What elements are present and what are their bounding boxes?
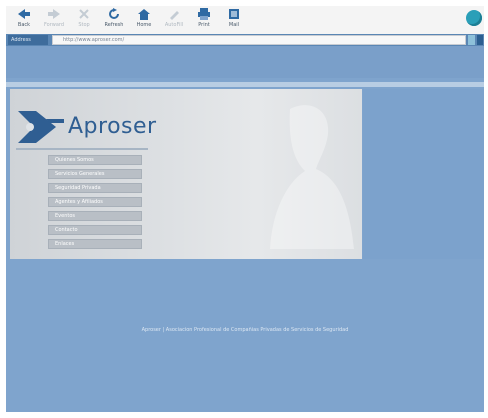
address-dropdown-icon[interactable] [477,35,483,45]
stop-button[interactable]: Stop [70,7,98,33]
refresh-label: Refresh [104,22,124,28]
brand-divider [16,148,148,150]
address-bar: Address http://www.aproser.com/ [6,34,484,46]
browser-window: Back Forward Stop Refresh Home AutoFill … [0,0,488,418]
intro-panel: Aproser Quienes Somos Servicios Generale… [10,89,362,259]
header-stripe [6,82,484,87]
mail-icon [229,9,239,19]
menu-item-contacto[interactable]: Contacto [48,225,142,235]
mail-button[interactable]: Mail [220,7,248,33]
menu-item-eventos[interactable]: Eventos [48,211,142,221]
forward-label: Forward [43,22,65,28]
print-label: Print [198,22,210,28]
autofill-label: AutoFill [164,22,184,28]
refresh-icon [109,8,119,19]
autofill-icon [170,11,179,20]
back-arrow-icon [18,9,30,19]
menu-item-agentes[interactable]: Agentes y Afiliados [48,197,142,207]
footer-text: Aproser | Asociacion Profesional de Comp… [141,327,349,333]
go-button[interactable] [468,35,475,45]
header-band [6,46,484,78]
refresh-button[interactable]: Refresh [100,7,128,33]
brand-logo[interactable]: Aproser [16,107,176,147]
aproser-arrow-icon [18,111,64,143]
print-icon [198,8,210,20]
home-button[interactable]: Home [130,7,158,33]
address-input[interactable]: http://www.aproser.com/ [52,35,466,45]
address-label: Address [8,35,48,45]
side-panel [363,89,484,259]
browser-logo-icon [466,10,482,26]
stop-label: Stop [78,22,90,28]
menu-item-seguridad-privada[interactable]: Seguridad Privada [48,183,142,193]
home-icon [138,9,150,20]
forward-arrow-icon [48,9,60,19]
browser-toolbar: Back Forward Stop Refresh Home AutoFill … [6,6,484,34]
home-label: Home [136,22,152,28]
brand-name: Aproser [68,114,157,139]
watermark-figure-icon [270,105,354,249]
autofill-button[interactable]: AutoFill [160,7,188,33]
back-label: Back [17,22,31,28]
page-content: Aproser Quienes Somos Servicios Generale… [6,46,484,412]
mail-label: Mail [228,22,240,28]
forward-button[interactable]: Forward [40,7,68,33]
menu-item-servicios-generales[interactable]: Servicios Generales [48,169,142,179]
main-menu: Quienes Somos Servicios Generales Seguri… [48,155,142,253]
stop-icon [79,9,89,19]
menu-item-enlaces[interactable]: Enlaces [48,239,142,249]
menu-item-quienes-somos[interactable]: Quienes Somos [48,155,142,165]
back-button[interactable]: Back [10,7,38,33]
print-button[interactable]: Print [190,7,218,33]
